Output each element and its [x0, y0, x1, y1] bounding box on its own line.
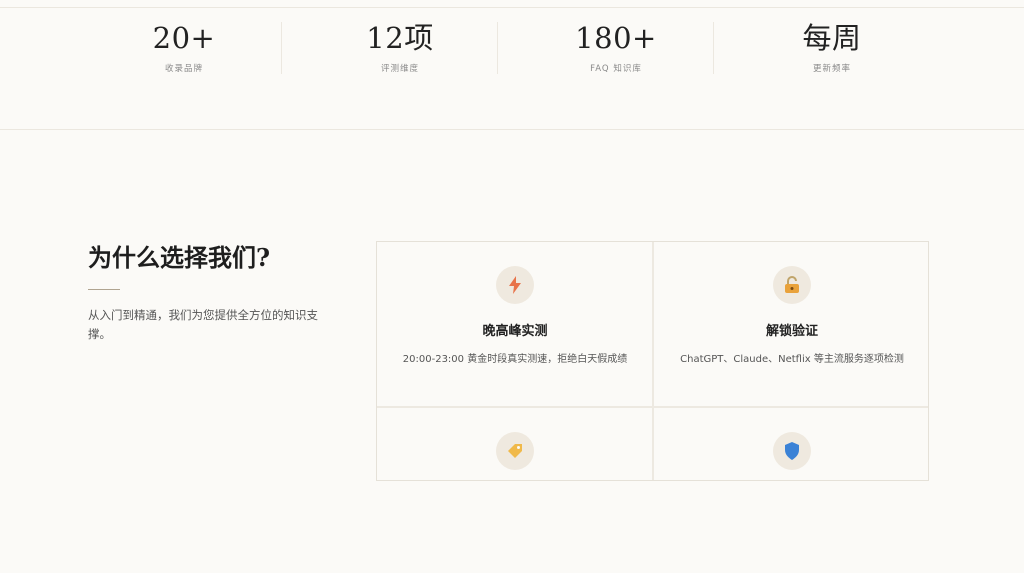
stat-faq: 180+ FAQ 知识库 [508, 20, 724, 74]
stats-section: 20+ 收录品牌 12项 评测维度 180+ FAQ 知识库 每周 更新频率 [0, 8, 1024, 130]
feature-grid: 晚高峰实测 20:00-23:00 黄金时段真实测速，拒绝白天假成绩 解锁验证 … [376, 241, 929, 481]
stat-frequency: 每周 更新频率 [724, 20, 940, 74]
feature-description: 20:00-23:00 黄金时段真实测速，拒绝白天假成绩 [402, 354, 628, 365]
feature-card-shield [654, 408, 930, 573]
feature-card-unlock: 解锁验证 ChatGPT、Claude、Netflix 等主流服务逐项检测 [654, 242, 930, 407]
stat-dimensions: 12项 评测维度 [292, 20, 508, 74]
lightning-icon [496, 266, 534, 304]
stat-value: 20+ [152, 21, 216, 55]
feature-description: ChatGPT、Claude、Netflix 等主流服务逐项检测 [680, 354, 904, 365]
stat-value: 12项 [366, 21, 434, 55]
stat-divider [497, 22, 498, 74]
stat-label: 收录品牌 [164, 64, 203, 74]
feature-card-peak-test: 晚高峰实测 20:00-23:00 黄金时段真实测速，拒绝白天假成绩 [377, 242, 653, 407]
stat-brands: 20+ 收录品牌 [76, 20, 292, 74]
section-title: 为什么选择我们? [88, 243, 271, 272]
stat-value: 180+ [575, 21, 657, 55]
stat-label: FAQ 知识库 [590, 64, 642, 74]
title-underline [88, 289, 120, 290]
feature-title: 解锁验证 [765, 324, 818, 339]
stat-divider [281, 22, 282, 74]
feature-card-tag [377, 408, 653, 573]
stat-label: 更新频率 [812, 64, 851, 74]
stat-label: 评测维度 [380, 64, 419, 74]
unlock-icon [773, 266, 811, 304]
tag-icon [496, 432, 534, 470]
stat-value: 每周 [802, 21, 862, 55]
feature-title: 晚高峰实测 [482, 324, 548, 339]
section-description: 从入门到精通，我们为您提供全方位的知识支撑。 [88, 308, 318, 341]
shield-icon [773, 432, 811, 470]
stat-divider [713, 22, 714, 74]
